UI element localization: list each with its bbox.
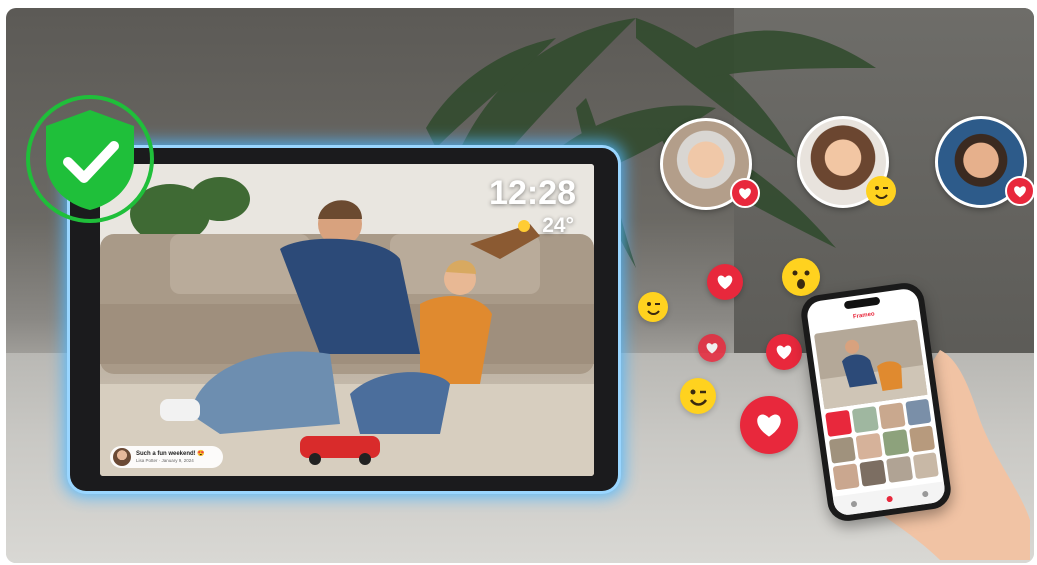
frame-clock: 12:28 bbox=[489, 174, 576, 212]
surprised-emoji-icon bbox=[782, 258, 820, 296]
frame-weather: 24° bbox=[518, 214, 574, 238]
phone-screen: Frameo bbox=[805, 287, 947, 517]
sun-cloud-icon bbox=[518, 220, 531, 233]
floating-heart-icon bbox=[707, 264, 743, 300]
sender-avatar bbox=[113, 448, 131, 466]
wink-emoji-icon bbox=[638, 292, 668, 322]
floating-heart-icon bbox=[740, 396, 798, 454]
caption-message: Such a fun weekend! 😍 bbox=[136, 450, 205, 457]
floating-heart-icon bbox=[698, 334, 726, 362]
wink-emoji-icon bbox=[680, 378, 716, 414]
photo-caption: Such a fun weekend! 😍 Lisa Potter · Janu… bbox=[110, 446, 223, 468]
frame-temperature: 24° bbox=[542, 214, 574, 237]
heart-icon bbox=[730, 178, 760, 208]
frame-screen-photo: 12:28 24° Such a fun weekend! 😍 Lisa Pot… bbox=[100, 164, 594, 476]
floating-heart-icon bbox=[766, 334, 802, 370]
caption-meta: Lisa Potter · January 9, 2024 bbox=[136, 457, 194, 463]
phone-photo-gallery bbox=[814, 319, 947, 517]
shield-check-icon bbox=[46, 110, 134, 210]
heart-icon bbox=[1005, 176, 1035, 206]
wink-emoji-icon bbox=[866, 176, 896, 206]
